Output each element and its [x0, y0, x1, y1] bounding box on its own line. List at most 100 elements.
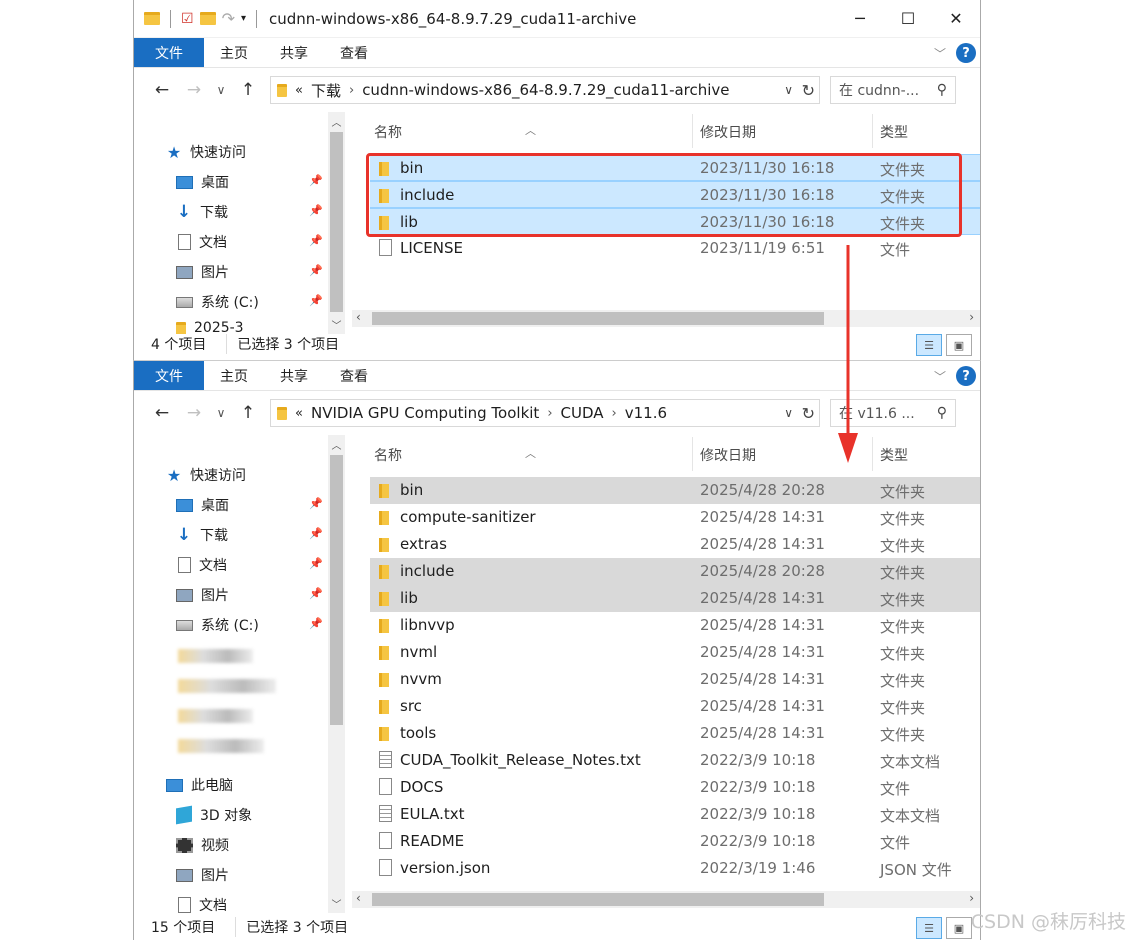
- breadcrumb-chevron-icon[interactable]: ›: [547, 406, 552, 421]
- tab-file[interactable]: 文件: [134, 38, 204, 67]
- horizontal-scrollbar[interactable]: ‹ ›: [352, 891, 980, 908]
- address-dropdown-icon[interactable]: ∨: [784, 406, 793, 420]
- recent-locations-icon[interactable]: ∨: [210, 406, 232, 420]
- column-divider[interactable]: [692, 437, 693, 471]
- large-icons-view-button[interactable]: ▣: [946, 917, 972, 939]
- file-row[interactable]: version.json 2022/3/19 1:46 JSON 文件: [370, 855, 980, 882]
- nav-item-pictures-pc[interactable]: 图片: [176, 865, 229, 885]
- address-prefix[interactable]: «: [295, 83, 303, 98]
- breadcrumb-chevron-icon[interactable]: ›: [612, 406, 617, 421]
- tab-home[interactable]: 主页: [204, 361, 264, 390]
- back-button[interactable]: ←: [146, 403, 178, 423]
- blurred-nav-item[interactable]: [178, 739, 264, 753]
- address-prefix[interactable]: «: [295, 406, 303, 421]
- file-row[interactable]: src 2025/4/28 14:31 文件夹: [370, 693, 980, 720]
- tab-share[interactable]: 共享: [264, 361, 324, 390]
- new-folder-icon[interactable]: [199, 12, 216, 25]
- address-segment[interactable]: NVIDIA GPU Computing Toolkit: [311, 404, 539, 422]
- file-row[interactable]: LICENSE 2023/11/19 6:51 文件: [370, 235, 980, 262]
- blurred-nav-item[interactable]: [178, 649, 253, 663]
- horizontal-scrollbar[interactable]: ‹ ›: [352, 310, 980, 327]
- scroll-down-icon[interactable]: ﹀: [328, 317, 345, 332]
- expand-ribbon-icon[interactable]: ﹀: [934, 45, 946, 62]
- file-row[interactable]: nvml 2025/4/28 14:31 文件夹: [370, 639, 980, 666]
- column-type[interactable]: 类型: [880, 122, 908, 142]
- recent-locations-icon[interactable]: ∨: [210, 83, 232, 97]
- nav-item-desktop[interactable]: 桌面: [176, 172, 229, 192]
- scroll-left-icon[interactable]: ‹: [356, 310, 361, 324]
- address-segment[interactable]: cudnn-windows-x86_64-8.9.7.29_cuda11-arc…: [362, 81, 729, 99]
- column-divider[interactable]: [692, 114, 693, 148]
- nav-item-documents[interactable]: 文档: [176, 555, 227, 575]
- file-row[interactable]: nvvm 2025/4/28 14:31 文件夹: [370, 666, 980, 693]
- nav-scrollbar[interactable]: ︿ ﹀: [328, 435, 345, 913]
- details-view-button[interactable]: ☰: [916, 917, 942, 939]
- properties-icon[interactable]: ☑: [181, 11, 194, 27]
- scroll-left-icon[interactable]: ‹: [356, 891, 361, 905]
- refresh-icon[interactable]: ↻: [802, 404, 815, 423]
- tab-home[interactable]: 主页: [204, 38, 264, 67]
- column-date[interactable]: 修改日期: [700, 122, 756, 142]
- scroll-right-icon[interactable]: ›: [969, 891, 974, 905]
- scroll-up-icon[interactable]: ︿: [328, 437, 345, 452]
- scroll-down-icon[interactable]: ﹀: [328, 896, 345, 911]
- up-button[interactable]: ↑: [232, 403, 264, 423]
- nav-item-system-c[interactable]: 系统 (C:): [176, 615, 259, 635]
- scrollbar-thumb[interactable]: [372, 893, 824, 906]
- refresh-icon[interactable]: ↻: [802, 81, 815, 100]
- tab-view[interactable]: 查看: [324, 361, 384, 390]
- file-row[interactable]: README 2022/3/9 10:18 文件: [370, 828, 980, 855]
- back-button[interactable]: ←: [146, 80, 178, 100]
- close-button[interactable]: ✕: [932, 0, 980, 37]
- scroll-up-icon[interactable]: ︿: [328, 114, 345, 129]
- file-row[interactable]: lib 2025/4/28 14:31 文件夹: [370, 585, 980, 612]
- nav-item-system-c[interactable]: 系统 (C:): [176, 292, 259, 312]
- forward-button[interactable]: →: [178, 403, 210, 423]
- large-icons-view-button[interactable]: ▣: [946, 334, 972, 356]
- tab-file[interactable]: 文件: [134, 361, 204, 390]
- details-view-button[interactable]: ☰: [916, 334, 942, 356]
- help-icon[interactable]: ?: [956, 43, 976, 63]
- column-name[interactable]: 名称: [374, 445, 402, 465]
- nav-item-pictures[interactable]: 图片: [176, 585, 229, 605]
- column-name[interactable]: 名称: [374, 122, 402, 142]
- nav-this-pc[interactable]: 此电脑: [166, 775, 233, 795]
- tab-share[interactable]: 共享: [264, 38, 324, 67]
- nav-item-documents-pc[interactable]: 文档: [176, 895, 227, 915]
- address-dropdown-icon[interactable]: ∨: [784, 83, 793, 97]
- nav-item-videos[interactable]: 视频: [176, 835, 229, 855]
- file-row[interactable]: extras 2025/4/28 14:31 文件夹: [370, 531, 980, 558]
- nav-item-pictures[interactable]: 图片: [176, 262, 229, 282]
- nav-item-downloads[interactable]: ↓ 下载: [176, 525, 228, 545]
- nav-item-3d-objects[interactable]: 3D 对象: [176, 805, 252, 825]
- file-row[interactable]: tools 2025/4/28 14:31 文件夹: [370, 720, 980, 747]
- blurred-nav-item[interactable]: [178, 709, 253, 723]
- file-row[interactable]: include 2025/4/28 20:28 文件夹: [370, 558, 980, 585]
- nav-item-documents[interactable]: 文档: [176, 232, 227, 252]
- up-button[interactable]: ↑: [232, 80, 264, 100]
- scrollbar-thumb[interactable]: [330, 132, 343, 312]
- minimize-button[interactable]: ─: [836, 0, 884, 37]
- expand-ribbon-icon[interactable]: ﹀: [934, 368, 946, 385]
- column-divider[interactable]: [872, 437, 873, 471]
- breadcrumb-chevron-icon[interactable]: ›: [349, 83, 354, 98]
- scroll-right-icon[interactable]: ›: [969, 310, 974, 324]
- column-divider[interactable]: [872, 114, 873, 148]
- blurred-nav-item[interactable]: [178, 679, 276, 693]
- nav-quick-access[interactable]: ★ 快速访问: [166, 142, 246, 162]
- nav-scrollbar[interactable]: ︿ ﹀: [328, 112, 345, 334]
- forward-button[interactable]: →: [178, 80, 210, 100]
- file-row[interactable]: bin 2025/4/28 20:28 文件夹: [370, 477, 980, 504]
- column-date[interactable]: 修改日期: [700, 445, 756, 465]
- search-input[interactable]: 在 cudnn-... ⚲: [830, 76, 956, 104]
- file-row[interactable]: EULA.txt 2022/3/9 10:18 文本文档: [370, 801, 980, 828]
- file-row[interactable]: compute-sanitizer 2025/4/28 14:31 文件夹: [370, 504, 980, 531]
- tab-view[interactable]: 查看: [324, 38, 384, 67]
- column-type[interactable]: 类型: [880, 445, 908, 465]
- scrollbar-thumb[interactable]: [330, 455, 343, 725]
- help-icon[interactable]: ?: [956, 366, 976, 386]
- address-bar[interactable]: « 下载 › cudnn-windows-x86_64-8.9.7.29_cud…: [270, 76, 820, 104]
- file-row[interactable]: DOCS 2022/3/9 10:18 文件: [370, 774, 980, 801]
- address-bar[interactable]: « NVIDIA GPU Computing Toolkit › CUDA › …: [270, 399, 820, 427]
- file-row[interactable]: CUDA_Toolkit_Release_Notes.txt 2022/3/9 1…: [370, 747, 980, 774]
